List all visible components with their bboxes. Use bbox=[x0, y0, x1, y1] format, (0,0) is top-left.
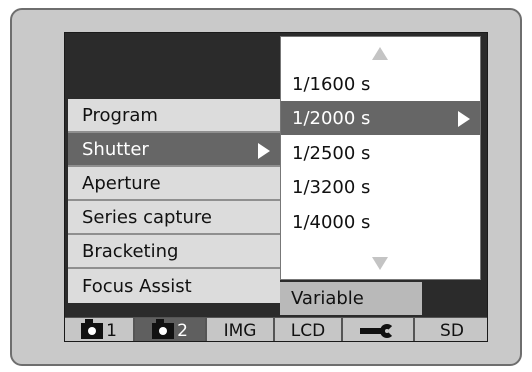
camera-icon bbox=[81, 319, 104, 339]
option-label: 1/1600 s bbox=[292, 73, 371, 95]
scroll-down-arrow-icon[interactable] bbox=[372, 257, 388, 270]
menu-item-program[interactable]: Program bbox=[68, 99, 280, 133]
focus-assist-value[interactable]: Variable bbox=[280, 282, 422, 315]
camera-lcd-screen: Program Shutter Aperture Series capture … bbox=[64, 32, 488, 342]
shutter-speed-list: 1/1600 s 1/2000 s 1/2500 s 1/3200 s 1/40… bbox=[280, 36, 481, 280]
chevron-right-icon bbox=[258, 143, 270, 159]
menu-item-label: Series capture bbox=[82, 206, 212, 228]
menu-item-label: Focus Assist bbox=[82, 275, 192, 297]
camera-icon bbox=[152, 319, 175, 339]
option-label: 1/3200 s bbox=[292, 176, 371, 198]
tab-img[interactable]: IMG bbox=[207, 318, 275, 341]
shutter-option-2000[interactable]: 1/2000 s bbox=[281, 101, 480, 135]
shutter-option-4000[interactable]: 1/4000 s bbox=[281, 205, 480, 239]
tab-sd[interactable]: SD bbox=[415, 318, 487, 341]
tab-lcd[interactable]: LCD bbox=[275, 318, 343, 341]
menu-item-focus-assist[interactable]: Focus Assist bbox=[68, 269, 280, 303]
shutter-option-1600[interactable]: 1/1600 s bbox=[281, 67, 480, 101]
wrench-icon bbox=[360, 324, 396, 338]
tab-setup[interactable] bbox=[343, 318, 415, 341]
main-menu: Program Shutter Aperture Series capture … bbox=[68, 99, 280, 303]
tab-label: 1 bbox=[106, 321, 117, 341]
shutter-option-2500[interactable]: 1/2500 s bbox=[281, 136, 480, 170]
menu-item-label: Shutter bbox=[82, 138, 149, 160]
shutter-option-3200[interactable]: 1/3200 s bbox=[281, 170, 480, 204]
bottom-tab-bar: 1 2 IMG LCD SD bbox=[65, 317, 487, 341]
tab-camera-1[interactable]: 1 bbox=[65, 318, 135, 341]
chevron-right-icon bbox=[458, 111, 470, 127]
tab-camera-2[interactable]: 2 bbox=[135, 318, 207, 341]
option-label: 1/2000 s bbox=[292, 107, 371, 129]
tab-label: LCD bbox=[290, 321, 326, 341]
tab-label: 2 bbox=[177, 321, 188, 341]
scroll-up-arrow-icon[interactable] bbox=[372, 47, 388, 60]
menu-item-label: Program bbox=[82, 104, 158, 126]
menu-item-label: Aperture bbox=[82, 172, 161, 194]
option-label: 1/2500 s bbox=[292, 142, 371, 164]
menu-item-aperture[interactable]: Aperture bbox=[68, 167, 280, 201]
focus-assist-value-label: Variable bbox=[291, 288, 364, 309]
menu-item-shutter[interactable]: Shutter bbox=[68, 133, 280, 167]
option-label: 1/4000 s bbox=[292, 211, 371, 233]
menu-item-label: Bracketing bbox=[82, 240, 179, 262]
menu-item-series-capture[interactable]: Series capture bbox=[68, 201, 280, 235]
menu-item-bracketing[interactable]: Bracketing bbox=[68, 235, 280, 269]
tab-label: SD bbox=[440, 321, 464, 341]
tab-label: IMG bbox=[223, 321, 257, 341]
